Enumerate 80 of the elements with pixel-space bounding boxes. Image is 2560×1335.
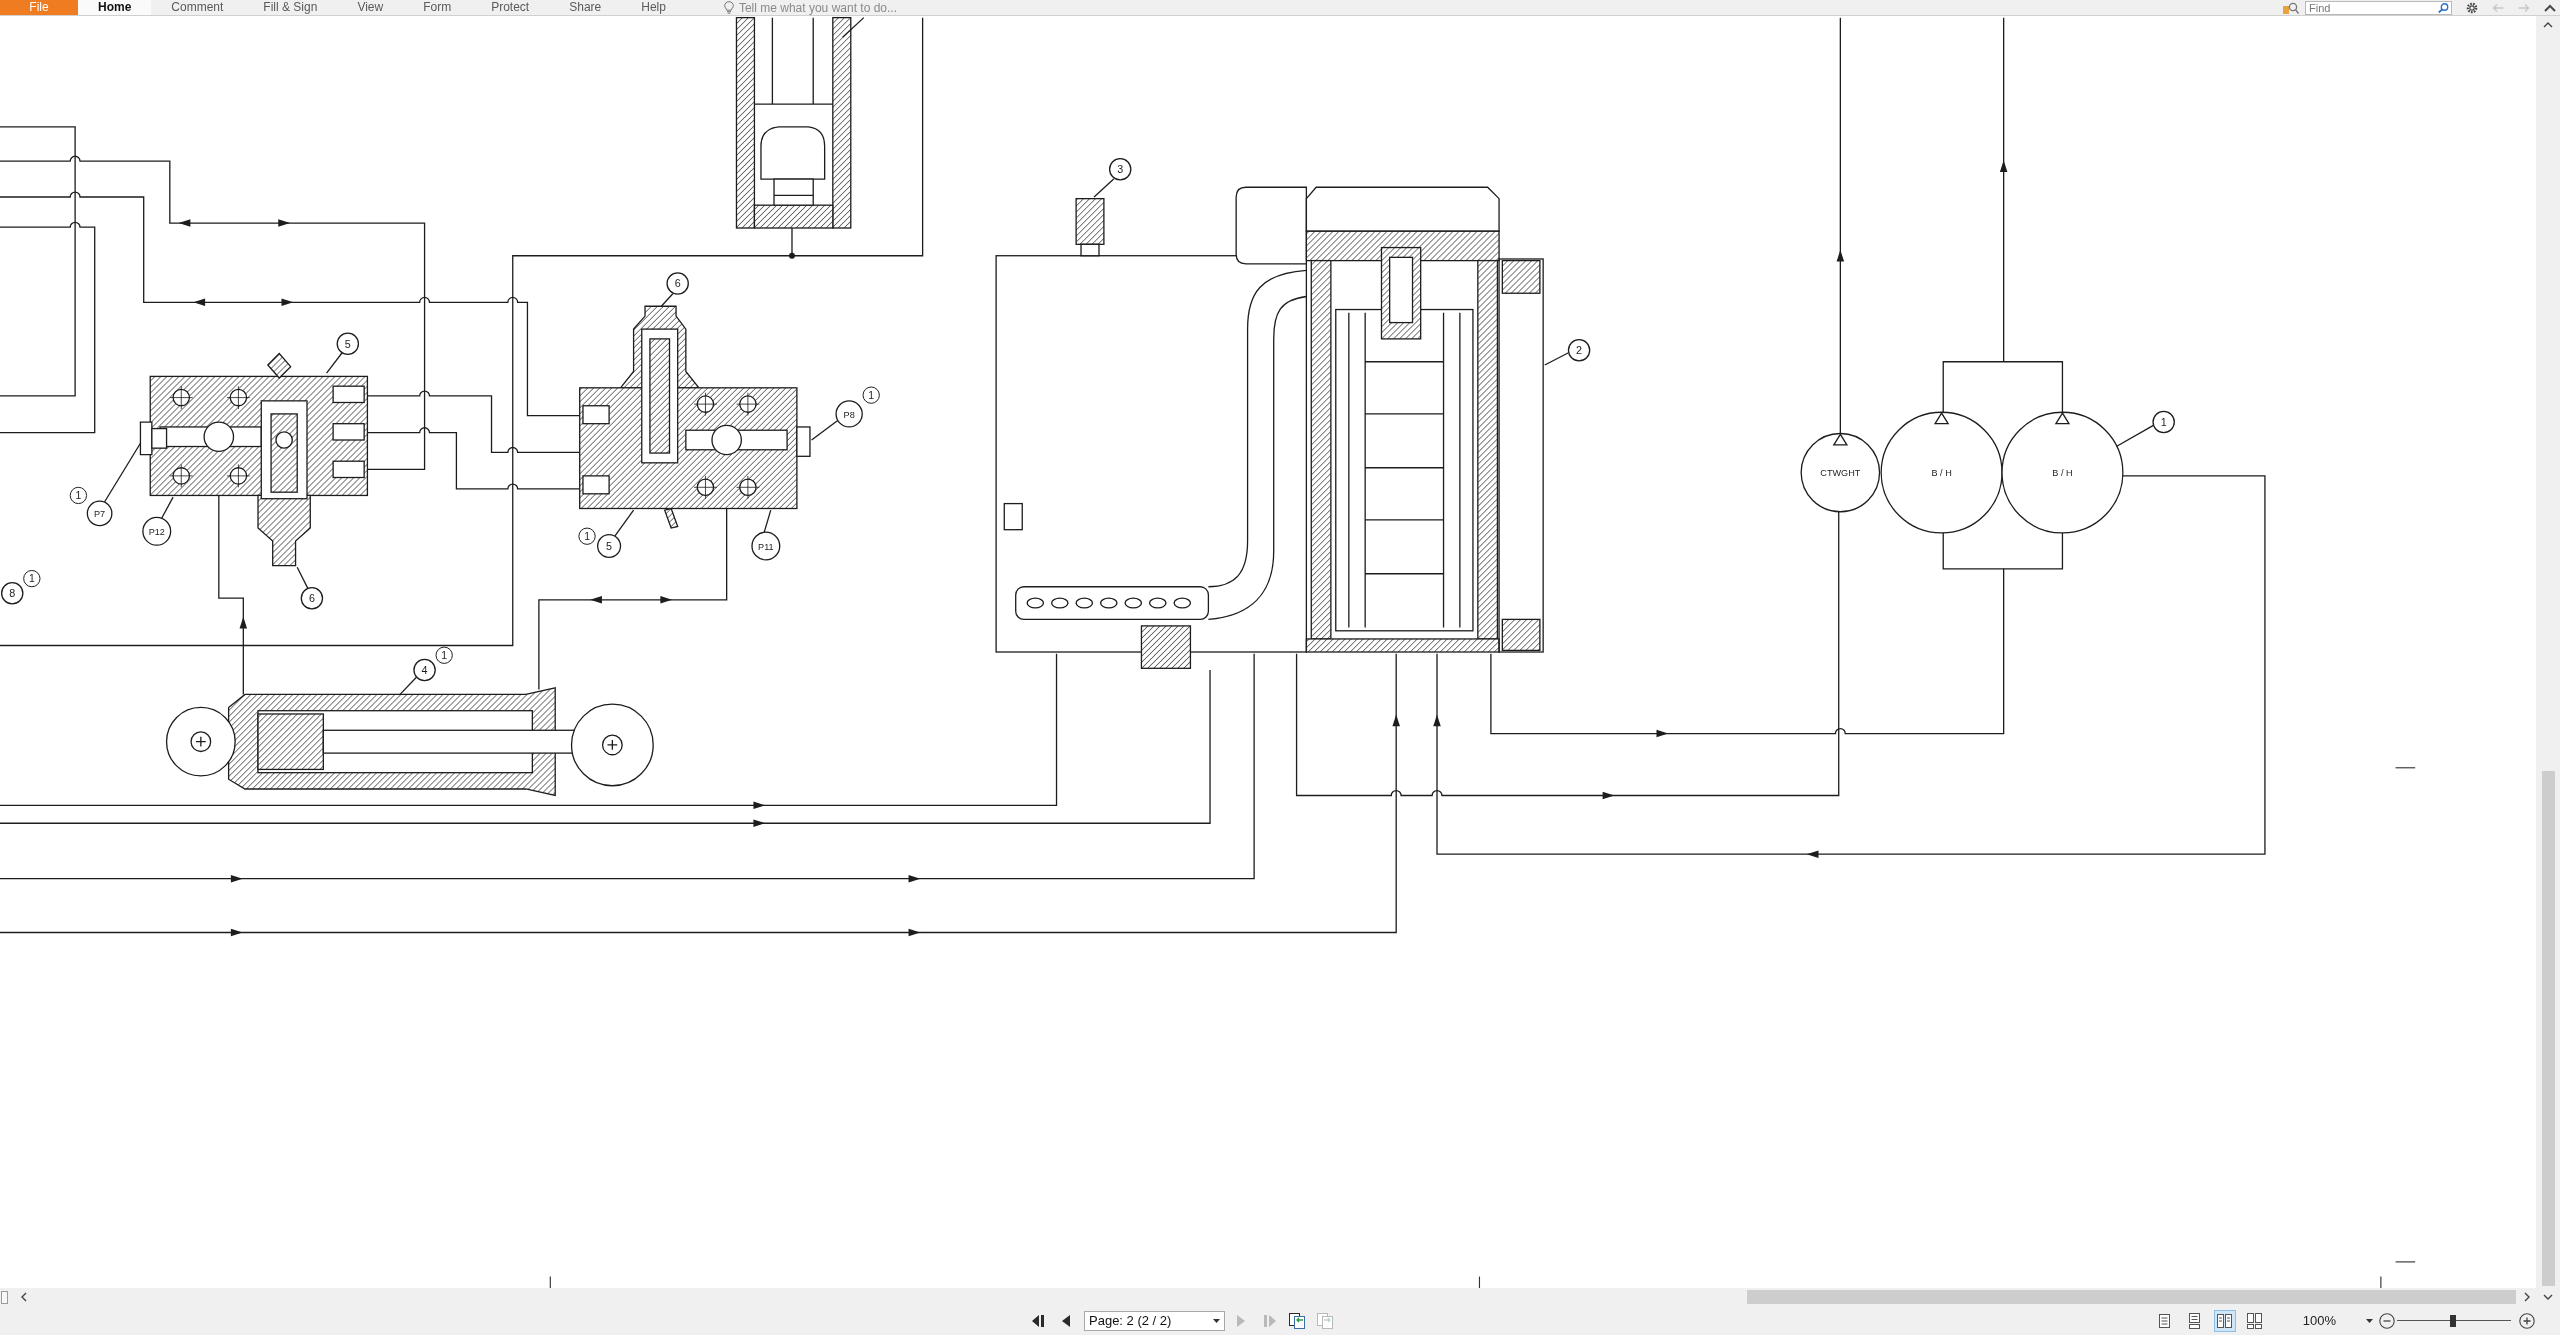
crop-mark <box>2395 767 2416 769</box>
leader-line <box>841 16 865 38</box>
callout-balloon: P7 <box>86 500 113 527</box>
revision-mark: 1 <box>862 386 880 404</box>
leader-line <box>103 442 142 503</box>
leader-line <box>1093 178 1115 198</box>
leader-line <box>296 566 309 590</box>
menu-tab[interactable]: Fill & Sign <box>243 0 338 15</box>
callout-balloon: 3 <box>1108 158 1132 181</box>
chevron-right-icon <box>2523 1292 2531 1302</box>
page-stack-icon <box>2189 1312 2201 1329</box>
search-options-icon[interactable] <box>2283 1 2299 14</box>
leader-line <box>614 509 635 537</box>
page-icon <box>2159 1313 2171 1328</box>
callout-balloon: 2 <box>1567 339 1591 362</box>
pages-arrow-icon <box>1289 1312 1305 1329</box>
page-nav-button[interactable] <box>1287 1310 1307 1331</box>
crop-mark <box>2395 1261 2416 1263</box>
triangle-left-icon <box>1062 1314 1070 1327</box>
gear-icon[interactable] <box>2466 1 2478 14</box>
callout-balloon: P12 <box>142 516 172 546</box>
callout-balloon: 5 <box>336 332 360 356</box>
chevron-down-icon <box>2543 1293 2553 1301</box>
menu-tab[interactable]: Home <box>78 0 152 15</box>
slider-thumb[interactable] <box>2449 1314 2456 1327</box>
scrollbar-thumb[interactable] <box>1747 1290 2516 1304</box>
callout-balloon: 4 <box>413 658 436 682</box>
motor-label: B / H <box>2052 467 2073 478</box>
motor-label: CTWGHT <box>1820 467 1861 478</box>
leader-line <box>2115 424 2155 448</box>
zoom-in-icon[interactable] <box>2519 1312 2535 1329</box>
two-page-icon <box>2217 1313 2233 1328</box>
callout-balloon: 5 <box>597 533 622 559</box>
search-icon[interactable] <box>2438 2 2449 13</box>
menu-tab[interactable]: Form <box>403 0 472 15</box>
callout-balloon: 8 <box>0 582 24 605</box>
pages-arrow-icon <box>1317 1312 1333 1329</box>
chevron-left-icon <box>20 1292 28 1302</box>
skip-end-icon <box>1262 1314 1276 1327</box>
chevron-up-icon <box>2543 21 2553 29</box>
two-page-stack-icon <box>2247 1312 2263 1329</box>
revision-mark: 1 <box>69 486 88 505</box>
leader-line <box>660 293 674 307</box>
crop-mark <box>2380 1276 2382 1288</box>
lightbulb-icon <box>723 1 734 14</box>
leader-line <box>399 676 418 696</box>
view-mode-button[interactable] <box>2213 1309 2236 1332</box>
zoom-out-icon[interactable] <box>2379 1312 2395 1329</box>
callout-balloon: P8 <box>835 400 863 428</box>
callout-balloon: 1 <box>2152 410 2175 434</box>
split-box[interactable] <box>1 1290 8 1304</box>
skip-start-icon <box>1031 1314 1045 1327</box>
revision-mark: 1 <box>23 569 41 588</box>
menu-tab[interactable]: View <box>337 0 404 15</box>
menu-tab[interactable]: Share <box>549 0 622 15</box>
zoom-level-field[interactable]: 100% <box>2302 1313 2373 1328</box>
leader-line <box>763 509 772 533</box>
dropdown-caret-icon <box>2366 1318 2373 1323</box>
callout-balloon: 6 <box>300 586 324 610</box>
triangle-right-icon <box>1237 1314 1245 1327</box>
callout-balloon: 6 <box>666 272 689 295</box>
scrollbar-thumb[interactable] <box>2541 771 2555 1286</box>
menu-tab[interactable]: Protect <box>471 0 550 15</box>
leader-line <box>1544 352 1570 366</box>
tell-me-field[interactable]: Tell me what you want to do... <box>738 0 959 15</box>
caret-up-icon[interactable] <box>2544 3 2556 12</box>
menu-tab[interactable]: Help <box>621 0 686 15</box>
leader-line <box>161 496 174 519</box>
callout-balloon: P11 <box>751 531 781 561</box>
leader-line <box>325 352 343 374</box>
revision-mark: 1 <box>435 646 453 664</box>
menu-tab[interactable]: Comment <box>151 0 244 15</box>
leader-line <box>810 419 839 441</box>
dropdown-caret-icon <box>1213 1318 1220 1323</box>
crop-mark <box>549 1276 551 1288</box>
page-number-field[interactable]: Page: 2 (2 / 2) <box>1084 1310 1225 1331</box>
revision-mark: 1 <box>578 527 596 545</box>
find-field[interactable]: Find <box>2305 0 2452 15</box>
crop-mark <box>1478 1276 1481 1288</box>
motor-label: B / H <box>1931 467 1952 478</box>
